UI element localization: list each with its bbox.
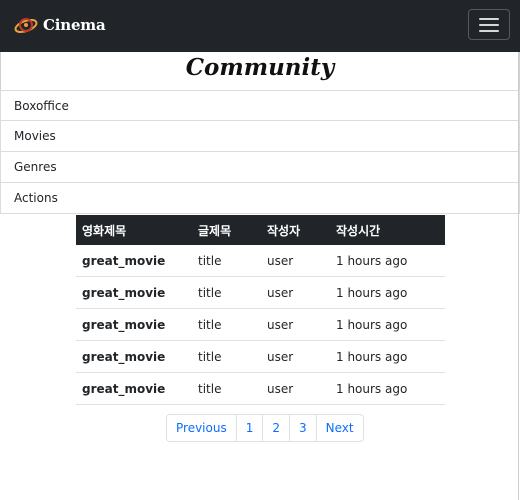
cell-time: 1 hours ago xyxy=(330,340,445,373)
table-row[interactable]: great_movie title user 1 hours ago xyxy=(76,372,445,405)
cell-author: user xyxy=(261,276,330,309)
pagination-previous[interactable]: Previous xyxy=(166,414,237,442)
list-item-genres[interactable]: Genres xyxy=(0,152,520,183)
cell-author: user xyxy=(261,308,330,341)
page-title: Community xyxy=(0,52,520,90)
cell-title[interactable]: title xyxy=(192,276,261,309)
brand-link[interactable]: Cinema xyxy=(13,13,106,37)
cell-time: 1 hours ago xyxy=(330,276,445,309)
header-movie-title: 영화제목 xyxy=(76,215,192,245)
table-row[interactable]: great_movie title user 1 hours ago xyxy=(76,276,445,309)
top-navbar: Cinema xyxy=(0,0,520,52)
hamburger-icon xyxy=(479,18,499,32)
page-border xyxy=(518,52,519,500)
cell-movie: great_movie xyxy=(76,308,192,341)
pagination-next[interactable]: Next xyxy=(315,414,364,442)
community-table: 영화제목 글제목 작성자 작성시간 great_movie title user… xyxy=(76,215,445,405)
cell-title[interactable]: title xyxy=(192,372,261,405)
pagination-page-1[interactable]: 1 xyxy=(235,414,264,442)
pagination-page-3[interactable]: 3 xyxy=(289,414,317,442)
cell-title[interactable]: title xyxy=(192,308,261,341)
table-row[interactable]: great_movie title user 1 hours ago xyxy=(76,245,445,277)
list-item-boxoffice[interactable]: Boxoffice xyxy=(0,90,520,121)
cinema-logo-icon xyxy=(14,18,38,34)
cell-title[interactable]: title xyxy=(192,340,261,373)
header-post-title: 글제목 xyxy=(192,215,261,245)
pagination: Previous 1 2 3 Next xyxy=(166,414,364,442)
cell-movie: great_movie xyxy=(76,340,192,373)
cell-movie: great_movie xyxy=(76,276,192,309)
cell-time: 1 hours ago xyxy=(330,245,445,277)
list-item-movies[interactable]: Movies xyxy=(0,121,520,152)
cell-time: 1 hours ago xyxy=(330,308,445,341)
cell-title[interactable]: title xyxy=(192,245,261,277)
pagination-page-2[interactable]: 2 xyxy=(262,414,290,442)
category-list: Boxoffice Movies Genres Actions xyxy=(0,90,520,214)
brand-name: Cinema xyxy=(43,16,106,34)
header-created-time: 작성시간 xyxy=(330,215,445,245)
header-author: 작성자 xyxy=(261,215,330,245)
cell-author: user xyxy=(261,245,330,277)
table-row[interactable]: great_movie title user 1 hours ago xyxy=(76,340,445,373)
cell-time: 1 hours ago xyxy=(330,372,445,405)
cell-author: user xyxy=(261,340,330,373)
cell-movie: great_movie xyxy=(76,245,192,277)
table-header-row: 영화제목 글제목 작성자 작성시간 xyxy=(76,215,445,245)
cell-movie: great_movie xyxy=(76,372,192,405)
table-row[interactable]: great_movie title user 1 hours ago xyxy=(76,308,445,341)
cell-author: user xyxy=(261,372,330,405)
navbar-toggle-button[interactable] xyxy=(468,9,510,40)
list-item-actions[interactable]: Actions xyxy=(0,183,520,214)
